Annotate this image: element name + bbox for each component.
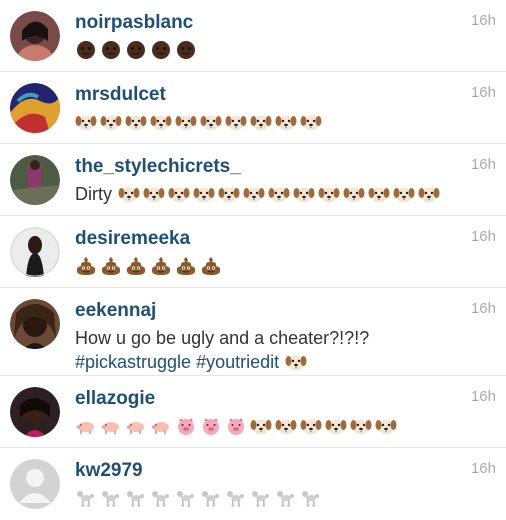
comment-time: 16h xyxy=(470,156,496,173)
dog-face-emoji xyxy=(193,184,215,204)
comment-username[interactable]: the_stylechicrets_ xyxy=(75,156,436,178)
poodle-emoji xyxy=(100,488,122,508)
dark-face-emoji xyxy=(75,40,97,60)
pig-emoji xyxy=(150,416,172,436)
comment-username[interactable]: ellazogie xyxy=(75,388,436,410)
pig-face-emoji xyxy=(175,416,197,436)
dog-face-emoji xyxy=(275,416,297,436)
poop-emoji xyxy=(175,256,197,276)
dog-face-emoji xyxy=(250,416,272,436)
comment-text xyxy=(75,414,436,438)
pig-face-emoji xyxy=(225,416,247,436)
dark-face-emoji xyxy=(175,40,197,60)
dog-face-emoji xyxy=(368,184,390,204)
comment-row: ellazogie 16h xyxy=(0,376,506,448)
comment-time: 16h xyxy=(470,388,496,405)
dog-face-emoji xyxy=(118,184,140,204)
default-avatar[interactable] xyxy=(10,459,60,509)
comment-username[interactable]: mrsdulcet xyxy=(75,84,436,106)
poop-emoji xyxy=(150,256,172,276)
comment-text xyxy=(75,110,436,134)
comment-row: eekennaj How u go be ugly and a cheater?… xyxy=(0,288,506,376)
comment-text xyxy=(75,486,436,510)
comment-row: kw2979 16h xyxy=(0,448,506,520)
comment-hashtags: #pickastruggle #youtriedit xyxy=(75,350,436,374)
comment-text: Dirty xyxy=(75,182,440,206)
dog-face-emoji xyxy=(325,416,347,436)
comment-text xyxy=(75,254,436,278)
dog-face-emoji xyxy=(75,112,97,132)
poodle-emoji xyxy=(75,488,97,508)
dog-face-emoji xyxy=(168,184,190,204)
dog-face-emoji xyxy=(225,112,247,132)
pig-face-emoji xyxy=(200,416,222,436)
dog-face-emoji xyxy=(268,184,290,204)
pig-emoji xyxy=(125,416,147,436)
dark-face-emoji xyxy=(100,40,122,60)
poodle-emoji xyxy=(175,488,197,508)
dog-face-emoji xyxy=(218,184,240,204)
dog-face-emoji xyxy=(175,112,197,132)
user-avatar[interactable] xyxy=(10,227,60,277)
comment-username[interactable]: kw2979 xyxy=(75,460,436,482)
comment-row: desiremeeka 16h xyxy=(0,216,506,288)
dog-face-emoji xyxy=(418,184,440,204)
poop-emoji xyxy=(200,256,222,276)
poop-emoji xyxy=(100,256,122,276)
user-avatar[interactable] xyxy=(10,387,60,437)
poodle-emoji xyxy=(250,488,272,508)
pig-emoji xyxy=(75,416,97,436)
poodle-emoji xyxy=(200,488,222,508)
dog-face-emoji xyxy=(350,416,372,436)
dog-face-emoji xyxy=(375,416,397,436)
dog-face-emoji xyxy=(275,112,297,132)
hashtag-link[interactable]: #pickastruggle #youtriedit xyxy=(75,352,279,372)
dark-face-emoji xyxy=(150,40,172,60)
comment-username[interactable]: eekennaj xyxy=(75,300,436,322)
poop-emoji xyxy=(125,256,147,276)
comment-text xyxy=(75,38,436,62)
user-avatar[interactable] xyxy=(10,155,60,205)
dog-face-emoji xyxy=(143,184,165,204)
user-avatar[interactable] xyxy=(10,299,60,349)
comment-row: mrsdulcet 16h xyxy=(0,72,506,144)
poodle-emoji xyxy=(300,488,322,508)
dog-face-emoji xyxy=(293,184,315,204)
dog-face-emoji xyxy=(285,352,307,372)
dog-face-emoji xyxy=(300,416,322,436)
poodle-emoji xyxy=(275,488,297,508)
pig-emoji xyxy=(100,416,122,436)
dog-face-emoji xyxy=(200,112,222,132)
comment-time: 16h xyxy=(470,84,496,101)
comment-row: the_stylechicrets_ Dirty 16h xyxy=(0,144,506,216)
poodle-emoji xyxy=(125,488,147,508)
comment-username[interactable]: desiremeeka xyxy=(75,228,436,250)
dog-face-emoji xyxy=(125,112,147,132)
poodle-emoji xyxy=(150,488,172,508)
dark-face-emoji xyxy=(125,40,147,60)
comment-row: noirpasblanc 16h xyxy=(0,0,506,72)
dog-face-emoji xyxy=(100,112,122,132)
dog-face-emoji xyxy=(250,112,272,132)
comment-time: 16h xyxy=(470,460,496,477)
comment-time: 16h xyxy=(470,12,496,29)
dog-face-emoji xyxy=(343,184,365,204)
comment-text: How u go be ugly and a cheater?!?!? xyxy=(75,328,370,348)
dog-face-emoji xyxy=(150,112,172,132)
dog-face-emoji xyxy=(393,184,415,204)
user-avatar[interactable] xyxy=(10,83,60,133)
poop-emoji xyxy=(75,256,97,276)
comment-time: 16h xyxy=(470,300,496,317)
dog-face-emoji xyxy=(243,184,265,204)
comment-time: 16h xyxy=(470,228,496,245)
dog-face-emoji xyxy=(300,112,322,132)
dog-face-emoji xyxy=(318,184,340,204)
poodle-emoji xyxy=(225,488,247,508)
comments-list: noirpasblanc 16h mrsdulcet 16h the_style… xyxy=(0,0,506,520)
comment-word: Dirty xyxy=(75,184,112,204)
comment-username[interactable]: noirpasblanc xyxy=(75,12,436,34)
user-avatar[interactable] xyxy=(10,11,60,61)
